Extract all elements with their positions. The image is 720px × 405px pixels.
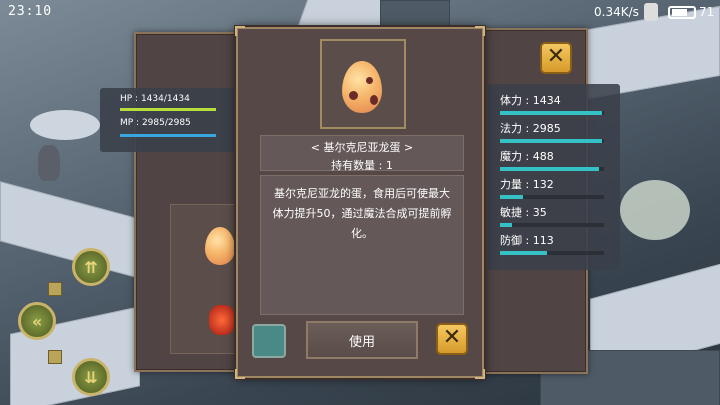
hp-label: HP : 1434/1434 bbox=[120, 94, 190, 104]
stat-label: 法力 : 2985 bbox=[500, 122, 561, 135]
corner-ornament bbox=[475, 26, 485, 36]
stat-row: 法力 : 2985 bbox=[500, 120, 604, 143]
stat-label: 魔力 : 488 bbox=[500, 150, 554, 163]
corner-ornament bbox=[475, 369, 485, 379]
item-quantity: 持有数量 : 1 bbox=[331, 159, 393, 172]
item-slot[interactable] bbox=[252, 324, 286, 358]
stat-row: 防御 : 113 bbox=[500, 232, 604, 255]
battery-level: 71 bbox=[699, 5, 715, 19]
item-dialog: < 基尔克尼亚龙蛋 > 持有数量 : 1 基尔克尼亚龙的蛋，食用后可使最大体力提… bbox=[235, 26, 485, 379]
network-speed: 0.34K/s bbox=[594, 5, 639, 19]
item-name-box: < 基尔克尼亚龙蛋 > 持有数量 : 1 bbox=[260, 135, 464, 172]
status-bar: 23:10 0.34K/s 71 bbox=[0, 0, 720, 24]
down-arrow-button[interactable]: ⇊ bbox=[72, 358, 110, 396]
signal-icon bbox=[644, 3, 658, 21]
stat-label: 防御 : 113 bbox=[500, 234, 554, 247]
stat-bar bbox=[500, 251, 604, 255]
inventory-list bbox=[170, 204, 242, 354]
stat-bar bbox=[500, 111, 604, 115]
rabbit-npc-icon[interactable] bbox=[38, 145, 60, 181]
hp-bar bbox=[120, 108, 216, 111]
close-button[interactable]: ✕ bbox=[540, 42, 572, 74]
stat-label: 敏捷 : 35 bbox=[500, 206, 547, 219]
up-arrow-button[interactable]: ⇈ bbox=[72, 248, 110, 286]
egg-item-icon[interactable] bbox=[205, 227, 235, 265]
vitals-card: HP : 1434/1434 MP : 2985/2985 bbox=[100, 88, 236, 152]
clock: 23:10 bbox=[8, 4, 53, 19]
red-gem-item-icon[interactable] bbox=[209, 305, 235, 335]
left-arrow-button[interactable]: « bbox=[18, 302, 56, 340]
item-name: < 基尔克尼亚龙蛋 > bbox=[310, 141, 414, 154]
mp-label: MP : 2985/2985 bbox=[120, 118, 191, 128]
stat-row: 力量 : 132 bbox=[500, 176, 604, 199]
stat-label: 体力 : 1434 bbox=[500, 94, 561, 107]
stat-bar bbox=[500, 195, 604, 199]
stat-bar bbox=[500, 223, 604, 227]
stat-bar bbox=[500, 167, 604, 171]
corner-ornament bbox=[235, 369, 245, 379]
item-description: 基尔克尼亚龙的蛋，食用后可使最大体力提升50，通过魔法合成可提前孵化。 bbox=[260, 175, 464, 315]
stats-panel: 体力 : 1434 法力 : 2985 魔力 : 488 力量 : 132 敏捷 : 3… bbox=[488, 84, 620, 270]
stat-label: 力量 : 132 bbox=[500, 178, 554, 191]
use-button[interactable]: 使用 bbox=[306, 321, 418, 359]
stat-bar bbox=[500, 139, 604, 143]
corner-marker-icon bbox=[48, 282, 62, 296]
corner-ornament bbox=[235, 26, 245, 36]
corner-marker-icon bbox=[48, 350, 62, 364]
mp-bar bbox=[120, 134, 216, 137]
battery-icon bbox=[668, 6, 696, 19]
item-icon-frame bbox=[320, 39, 406, 129]
stat-row: 魔力 : 488 bbox=[500, 148, 604, 171]
dragon-egg-icon bbox=[342, 61, 382, 113]
stat-row: 体力 : 1434 bbox=[500, 92, 604, 115]
cancel-button[interactable]: ✕ bbox=[436, 323, 468, 355]
stat-row: 敏捷 : 35 bbox=[500, 204, 604, 227]
